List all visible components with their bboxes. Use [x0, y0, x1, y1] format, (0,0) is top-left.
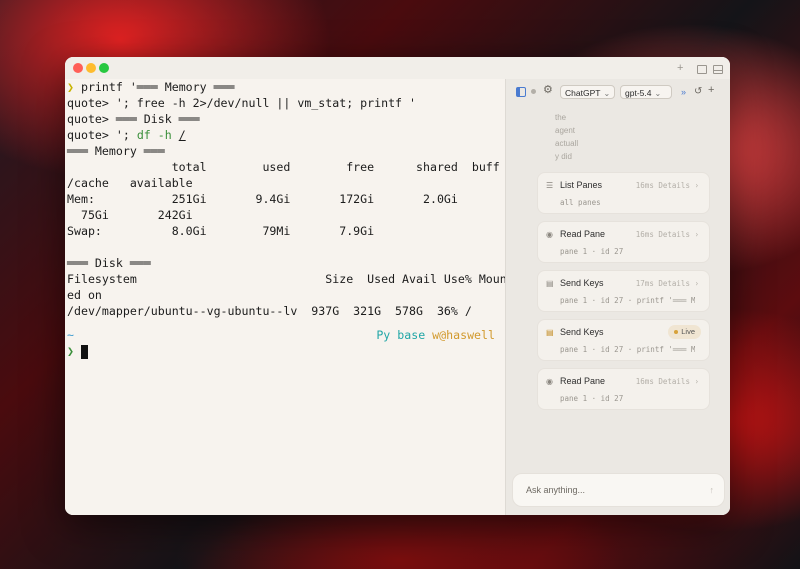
keyboard-icon: ▤ [546, 279, 554, 288]
terminal-line: ═══ Disk ═══ [67, 256, 151, 270]
terminal-line: quote> '; free -h 2>/dev/null || vm_stat… [67, 96, 417, 110]
tool-call-title: Read Pane [560, 229, 606, 239]
terminal-input-line[interactable]: ❯ [67, 343, 88, 359]
terminal-line: /cache available [67, 176, 193, 190]
sidebar-toolbar: ⚙ ChatGPT ⌄ gpt-5.4 ⌄ » ↺ + [506, 79, 730, 103]
fast-forward-icon[interactable]: » [681, 87, 686, 97]
new-tab-button[interactable]: + [677, 61, 683, 75]
tool-call-title: Read Pane [560, 376, 606, 386]
text-cursor [80, 344, 88, 359]
model-select[interactable]: gpt-5.4 ⌄ [620, 85, 672, 99]
tool-call-subtitle: pane 1 · id 27 · printf '═══ M [560, 345, 696, 354]
faded-message-text: the [555, 113, 567, 122]
eye-icon: ◉ [546, 377, 553, 386]
status-dot-icon [531, 89, 536, 94]
provider-select-value: ChatGPT [565, 88, 601, 98]
tool-call-title: Send Keys [560, 327, 604, 337]
add-chat-icon[interactable]: + [708, 85, 714, 96]
terminal-line: ❯ printf '═══ Memory ═══ [67, 79, 235, 95]
live-status-badge: Live [668, 325, 701, 339]
model-select-value: gpt-5.4 [625, 88, 652, 98]
terminal-line: Mem: 251Gi 9.4Gi 172Gi 2.0Gi [67, 192, 458, 206]
app-window: + ❯ printf '═══ Memory ═══ quote> '; fre… [65, 57, 730, 515]
minimize-window-button[interactable] [86, 63, 96, 73]
tool-call-subtitle: pane 1 · id 27 [560, 394, 624, 403]
terminal-line: ed on [67, 288, 102, 302]
terminal-line: /dev/mapper/ubuntu--vg-ubuntu--lv 937G 3… [67, 304, 472, 318]
chevron-down-icon: ⌄ [654, 89, 662, 98]
tool-call-meta[interactable]: 16ms Details › [636, 376, 699, 387]
terminal-line: Swap: 8.0Gi 79Mi 7.9Gi [67, 224, 375, 238]
tool-call-card[interactable]: ▤ Send Keys 17ms Details › pane 1 · id 2… [537, 270, 710, 312]
user-host: w@haswell [432, 328, 495, 342]
df-path-arg: / [178, 128, 186, 142]
live-badge-label: Live [681, 327, 695, 336]
tool-call-subtitle: all panes [560, 198, 601, 207]
tool-call-subtitle: pane 1 · id 27 [560, 247, 624, 256]
cwd-indicator: ~ [67, 328, 74, 342]
terminal-line: ═══ Memory ═══ [67, 144, 165, 158]
faded-message-text: actuall [555, 139, 579, 148]
ask-input[interactable]: Ask anything... [526, 484, 585, 496]
faded-message-text: agent [555, 126, 576, 135]
prompt-symbol: ❯ [67, 344, 74, 358]
tool-call-card[interactable]: ☰ List Panes 16ms Details › all panes [537, 172, 710, 214]
keyboard-icon: ▤ [546, 328, 554, 337]
terminal-line: 75Gi 242Gi [67, 208, 193, 222]
python-env: Py base [376, 328, 426, 342]
tool-call-card-active[interactable]: ▤ Send Keys Live pane 1 · id 27 · printf… [537, 319, 710, 361]
provider-select[interactable]: ChatGPT ⌄ [560, 85, 615, 99]
history-icon[interactable]: ↺ [694, 87, 702, 97]
tool-call-meta[interactable]: 16ms Details › [636, 180, 699, 191]
ask-input-box[interactable]: Ask anything... ↑ [512, 473, 725, 507]
tool-call-title: List Panes [560, 180, 603, 190]
df-command: df -h [136, 128, 172, 142]
tool-call-card[interactable]: ◉ Read Pane 16ms Details › pane 1 · id 2… [537, 221, 710, 263]
tool-call-meta[interactable]: 16ms Details › [636, 229, 699, 240]
terminal-line: quote> '; df -h / [67, 127, 186, 143]
assistant-sidebar: ⚙ ChatGPT ⌄ gpt-5.4 ⌄ » ↺ + the agent actu… [505, 79, 730, 515]
terminal-line: quote> ═══ Disk ═══ [67, 112, 200, 126]
split-pane-icon[interactable] [697, 65, 707, 74]
title-bar: + [65, 57, 730, 79]
terminal-line: Filesystem Size Used Avail Use% Mount [67, 272, 505, 286]
live-dot-icon [674, 330, 679, 335]
prompt-status: Py base w@haswell [376, 327, 495, 343]
chevron-down-icon: ⌄ [603, 89, 611, 98]
terminal-line-text: quote> '; [67, 128, 137, 142]
toggle-sidebar-icon[interactable] [713, 65, 723, 74]
tool-call-card[interactable]: ◉ Read Pane 16ms Details › pane 1 · id 2… [537, 368, 710, 410]
terminal-line-text: printf '═══ Memory ═══ [80, 80, 235, 94]
sidebar-layout-icon[interactable] [516, 87, 526, 97]
list-icon: ☰ [546, 181, 554, 190]
openai-logo-icon: ⚙ [543, 84, 553, 96]
tool-call-meta[interactable]: 17ms Details › [636, 278, 699, 289]
prompt-symbol: ❯ [67, 80, 74, 94]
zoom-window-button[interactable] [99, 63, 109, 73]
eye-icon: ◉ [546, 230, 553, 239]
terminal-line: total used free shared buff [67, 160, 500, 174]
terminal-pane[interactable]: ❯ printf '═══ Memory ═══ quote> '; free … [65, 79, 505, 515]
faded-message-text: y did [555, 152, 572, 161]
close-window-button[interactable] [73, 63, 83, 73]
tool-call-title: Send Keys [560, 278, 604, 288]
send-arrow-icon[interactable]: ↑ [710, 484, 715, 496]
tool-call-subtitle: pane 1 · id 27 · printf '═══ M [560, 296, 696, 305]
